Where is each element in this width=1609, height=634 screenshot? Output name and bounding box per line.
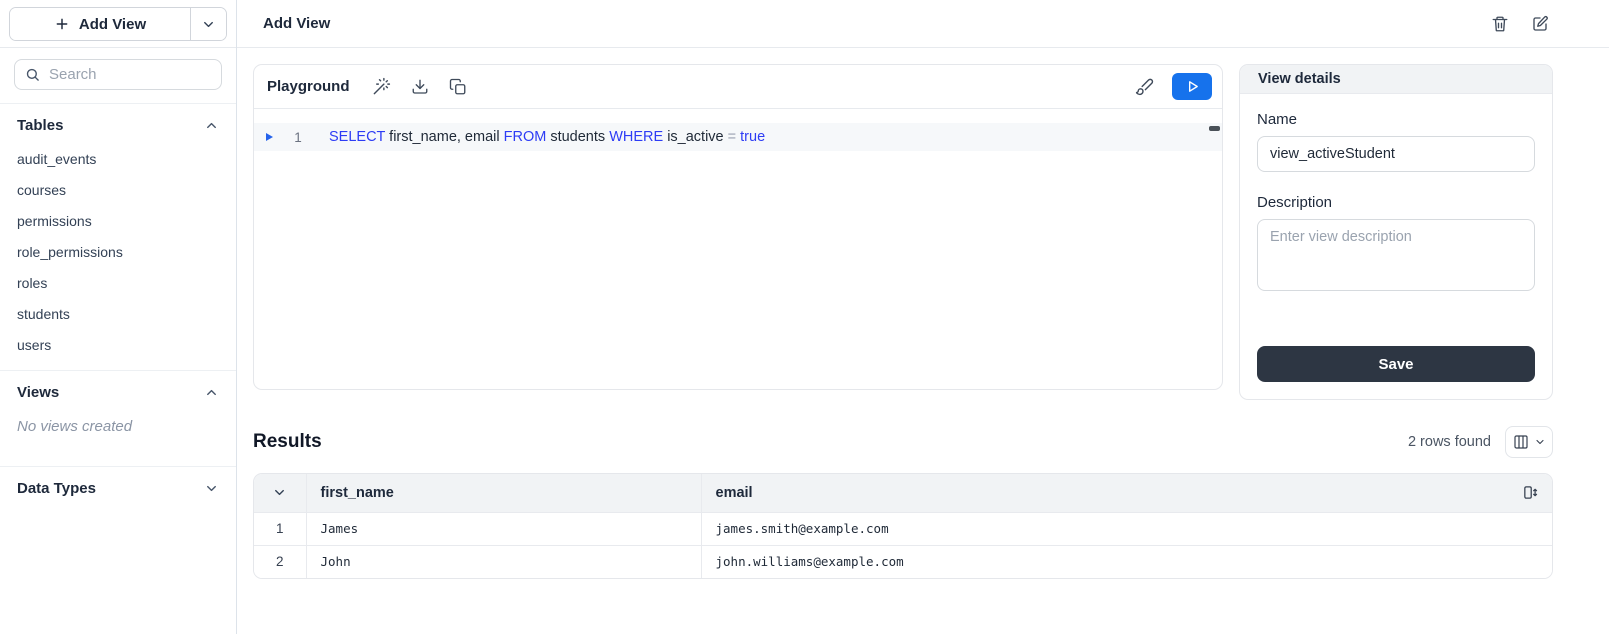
tables-section: Tables audit_eventscoursespermissionsrol…: [0, 103, 236, 370]
sidebar: Add View Tables audit_eventscoursespermi…: [0, 0, 237, 634]
sidebar-table-item-courses[interactable]: courses: [17, 174, 219, 205]
chevron-up-icon[interactable]: [204, 385, 219, 400]
chevron-down-icon: [201, 17, 216, 32]
sidebar-table-item-role_permissions[interactable]: role_permissions: [17, 236, 219, 267]
cell-email: james.smith@example.com: [701, 512, 1552, 545]
data-types-section-title: Data Types: [17, 480, 96, 497]
sidebar-table-item-audit_events[interactable]: audit_events: [17, 143, 219, 174]
sql-token-operator: =: [728, 129, 736, 145]
results-header: Results 2 rows found: [253, 426, 1553, 458]
sql-code: SELECT first_name, email FROM students W…: [312, 129, 765, 145]
chevron-up-icon[interactable]: [204, 118, 219, 133]
sql-token-keyword: FROM: [504, 129, 547, 145]
tables-section-header[interactable]: Tables: [17, 117, 219, 134]
sql-token-keyword: true: [740, 129, 765, 145]
play-icon: [1185, 79, 1200, 94]
sidebar-table-item-roles[interactable]: roles: [17, 267, 219, 298]
playground-header: Playground: [254, 65, 1222, 109]
data-types-section-header[interactable]: Data Types: [17, 480, 219, 497]
delete-button[interactable]: [1491, 15, 1509, 33]
topbar-actions: [1491, 15, 1549, 33]
results-table-header-row: first_name email: [254, 474, 1552, 512]
select-all-header[interactable]: [254, 474, 306, 512]
views-section: Views No views created: [0, 370, 236, 466]
trash-icon: [1491, 15, 1509, 33]
data-types-section: Data Types: [0, 466, 236, 507]
copy-query-button[interactable]: [449, 78, 467, 96]
sidebar-top: Add View: [0, 0, 236, 48]
download-query-button[interactable]: [411, 78, 429, 96]
results-view-toggle-button[interactable]: [1505, 426, 1553, 458]
row-number: 2: [254, 545, 306, 578]
brush-icon: [1135, 77, 1154, 96]
edit-icon: [1531, 15, 1549, 33]
views-empty-text: No views created: [17, 418, 219, 435]
view-description-input[interactable]: [1257, 219, 1535, 291]
sql-token-keyword: SELECT: [329, 129, 385, 145]
page-title: Add View: [263, 15, 330, 32]
results-section: Results 2 rows found: [253, 426, 1553, 579]
tables-list: audit_eventscoursespermissionsrole_permi…: [17, 143, 219, 360]
cell-email: john.williams@example.com: [701, 545, 1552, 578]
column-header-email-label: email: [716, 485, 753, 501]
columns-icon: [1513, 434, 1529, 450]
table-row[interactable]: 2Johnjohn.williams@example.com: [254, 545, 1552, 578]
cell-first_name: John: [306, 545, 701, 578]
download-icon: [411, 78, 429, 96]
edit-button[interactable]: [1531, 15, 1549, 33]
row-number: 1: [254, 512, 306, 545]
topbar: Add View: [237, 0, 1609, 48]
sidebar-table-item-students[interactable]: students: [17, 298, 219, 329]
main-area: Add View Playground: [237, 0, 1609, 634]
row-height-icon[interactable]: [1522, 484, 1539, 501]
editor-scrollbar-thumb[interactable]: [1209, 126, 1220, 131]
sidebar-table-item-users[interactable]: users: [17, 329, 219, 360]
add-view-dropdown-toggle[interactable]: [190, 8, 226, 40]
sql-token-plain: is_active: [663, 129, 727, 145]
views-section-header[interactable]: Views: [17, 384, 219, 401]
chevron-down-icon: [272, 485, 287, 500]
sql-token-plain: students: [546, 129, 609, 145]
sidebar-table-item-permissions[interactable]: permissions: [17, 205, 219, 236]
playground-panel: Playground: [253, 64, 1223, 390]
view-details-header: View details: [1240, 65, 1552, 94]
copy-icon: [449, 78, 467, 96]
add-view-split-button: Add View: [9, 7, 227, 41]
plus-icon: [54, 16, 70, 32]
add-view-button-label: Add View: [79, 16, 146, 33]
chevron-down-icon[interactable]: [204, 481, 219, 496]
sql-token-keyword: WHERE: [609, 129, 663, 145]
format-query-button[interactable]: [372, 77, 391, 96]
view-details-body: Name Description Save: [1240, 94, 1552, 399]
run-line-icon[interactable]: [254, 131, 284, 143]
save-button[interactable]: Save: [1257, 346, 1535, 382]
clear-editor-button[interactable]: [1135, 77, 1154, 96]
view-details-panel: View details Name Description Save: [1239, 64, 1553, 400]
sql-active-line[interactable]: 1 SELECT first_name, email FROM students…: [254, 123, 1222, 151]
search-input[interactable]: [14, 59, 222, 90]
sidebar-search: [14, 59, 222, 90]
sql-editor[interactable]: 1 SELECT first_name, email FROM students…: [254, 109, 1222, 389]
cell-first_name: James: [306, 512, 701, 545]
rows-found-label: 2 rows found: [1408, 434, 1491, 450]
line-number: 1: [284, 130, 312, 145]
view-name-input[interactable]: [1257, 136, 1535, 172]
add-view-button[interactable]: Add View: [10, 8, 190, 40]
content: Playground: [237, 48, 1609, 634]
column-header-email[interactable]: email: [701, 474, 1552, 512]
chevron-down-icon: [1534, 436, 1546, 448]
results-table: first_name email 1Jamesja: [253, 473, 1553, 579]
magic-wand-icon: [372, 77, 391, 96]
description-label: Description: [1257, 194, 1535, 211]
search-icon: [25, 67, 40, 82]
name-label: Name: [1257, 111, 1535, 128]
sql-token-plain: first_name, email: [385, 129, 503, 145]
table-row[interactable]: 1Jamesjames.smith@example.com: [254, 512, 1552, 545]
run-query-button[interactable]: [1172, 73, 1212, 100]
column-header-first-name[interactable]: first_name: [306, 474, 701, 512]
results-title: Results: [253, 431, 322, 453]
views-section-title: Views: [17, 384, 59, 401]
playground-title: Playground: [267, 78, 350, 95]
tables-section-title: Tables: [17, 117, 63, 134]
